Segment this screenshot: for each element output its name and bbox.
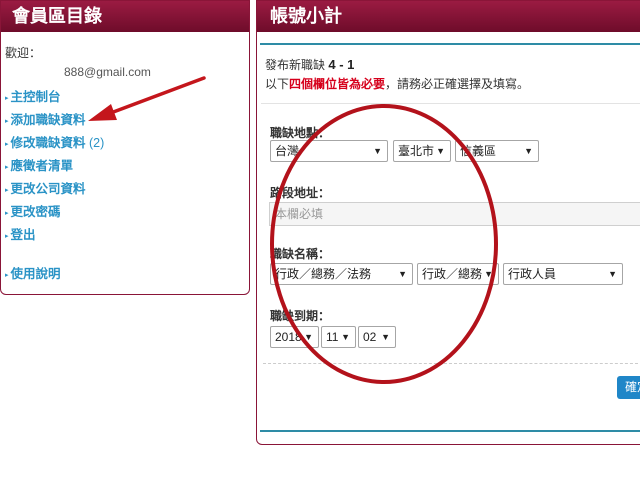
dropdown-arrow-icon: ▼ (304, 332, 313, 342)
job-name-label: 職缺名稱： (270, 247, 331, 261)
expiry-year-select[interactable]: 2018 ▼ (270, 326, 319, 348)
step-indicator: 4 - 1 (328, 57, 355, 72)
dropdown-arrow-icon: ▼ (341, 332, 350, 342)
address-input[interactable]: 本欄必填 (269, 202, 640, 226)
district-value: 信義區 (460, 144, 497, 158)
sidebar-item-label: 應徵者清單 (10, 159, 74, 173)
expiry-month-value: 11 (326, 330, 339, 344)
address-label: 路段地址： (270, 186, 331, 200)
bullet-icon: ▸ (5, 210, 9, 217)
section-divider-bottom (260, 430, 640, 432)
sidebar-menu: ▸ 主控制台 ▸ 添加職缺資料 ▸ 修改職缺資料 (2) ▸ 應徵者清單 ▸ 更改公司資料… (5, 86, 104, 247)
notice-prefix: 以下 (265, 77, 290, 91)
dropdown-arrow-icon: ▼ (381, 332, 390, 342)
district-select[interactable]: 信義區 ▼ (455, 140, 539, 162)
dropdown-arrow-icon: ▼ (484, 269, 493, 279)
sidebar-item-dashboard[interactable]: ▸ 主控制台 (5, 86, 104, 109)
country-value: 台灣 (275, 144, 300, 158)
dropdown-arrow-icon: ▼ (608, 269, 617, 279)
sidebar-item-logout[interactable]: ▸ 登出 (5, 224, 104, 247)
sidebar-item-label: 添加職缺資料 (10, 113, 86, 127)
job-position-select[interactable]: 行政人員 ▼ (503, 263, 623, 285)
sidebar-item-label: 登出 (10, 228, 36, 242)
sidebar-item-label: 修改職缺資料 (10, 136, 86, 150)
job-subcategory-select[interactable]: 行政／總務 ▼ (417, 263, 499, 285)
expiry-day-value: 02 (363, 330, 377, 344)
country-select[interactable]: 台灣 ▼ (270, 140, 388, 162)
form-title: 發布新職缺 4 - 1 (265, 56, 354, 73)
sidebar-item-edit-jobs[interactable]: ▸ 修改職缺資料 (2) (5, 132, 104, 155)
bullet-icon: ▸ (5, 164, 9, 171)
dropdown-arrow-icon: ▼ (398, 269, 407, 279)
job-category-select[interactable]: 行政／總務／法務 ▼ (270, 263, 413, 285)
expiry-label: 職缺到期： (270, 309, 331, 323)
job-count-badge: (2) (89, 136, 105, 150)
form-divider (263, 363, 640, 364)
expiry-month-select[interactable]: 11 ▼ (321, 326, 356, 348)
help-link-label: 使用說明 (10, 267, 61, 281)
bullet-icon: ▸ (5, 95, 9, 102)
sidebar-item-label: 主控制台 (10, 90, 61, 104)
city-select[interactable]: 臺北市 ▼ (393, 140, 451, 162)
sidebar-item-label: 更改密碼 (10, 205, 61, 219)
user-email: 888@gmail.com (64, 65, 151, 79)
sidebar-item-applicants[interactable]: ▸ 應徵者清單 (5, 155, 104, 178)
required-notice: 以下四個欄位皆為必要，請務必正確選擇及填寫。 (265, 75, 529, 92)
sidebar-item-change-password[interactable]: ▸ 更改密碼 (5, 201, 104, 224)
form-title-text: 發布新職缺 (265, 58, 326, 72)
sidebar-item-label: 更改公司資料 (10, 182, 86, 196)
job-position-value: 行政人員 (508, 267, 557, 281)
notice-highlight: 四個欄位皆為必要 (289, 77, 386, 91)
account-summary-title: 帳號小計 (257, 1, 640, 32)
dropdown-arrow-icon: ▼ (524, 146, 533, 156)
address-placeholder: 本欄必填 (275, 207, 324, 221)
location-label: 職缺地點： (270, 126, 331, 140)
bullet-icon: ▸ (5, 141, 9, 148)
bullet-icon: ▸ (5, 272, 9, 279)
job-subcategory-value: 行政／總務 (422, 267, 483, 281)
expiry-day-select[interactable]: 02 ▼ (358, 326, 396, 348)
notice-suffix: ，請務必正確選擇及填寫。 (385, 77, 530, 91)
dropdown-arrow-icon: ▼ (373, 146, 382, 156)
expiry-year-value: 2018 (275, 330, 302, 344)
help-link[interactable]: ▸ 使用說明 (5, 263, 61, 282)
bullet-icon: ▸ (5, 233, 9, 240)
bullet-icon: ▸ (5, 118, 9, 125)
welcome-label: 歡迎： (5, 46, 42, 60)
confirm-label: 確定 (625, 380, 640, 394)
section-divider (260, 43, 640, 45)
sidebar-item-company-profile[interactable]: ▸ 更改公司資料 (5, 178, 104, 201)
dropdown-arrow-icon: ▼ (436, 146, 445, 156)
job-category-value: 行政／總務／法務 (275, 267, 372, 281)
confirm-button[interactable]: 確定 (617, 376, 640, 399)
city-value: 臺北市 (398, 144, 435, 158)
sidebar-item-add-job[interactable]: ▸ 添加職缺資料 (5, 109, 104, 132)
bullet-icon: ▸ (5, 187, 9, 194)
member-menu-title: 會員區目錄 (1, 1, 249, 32)
